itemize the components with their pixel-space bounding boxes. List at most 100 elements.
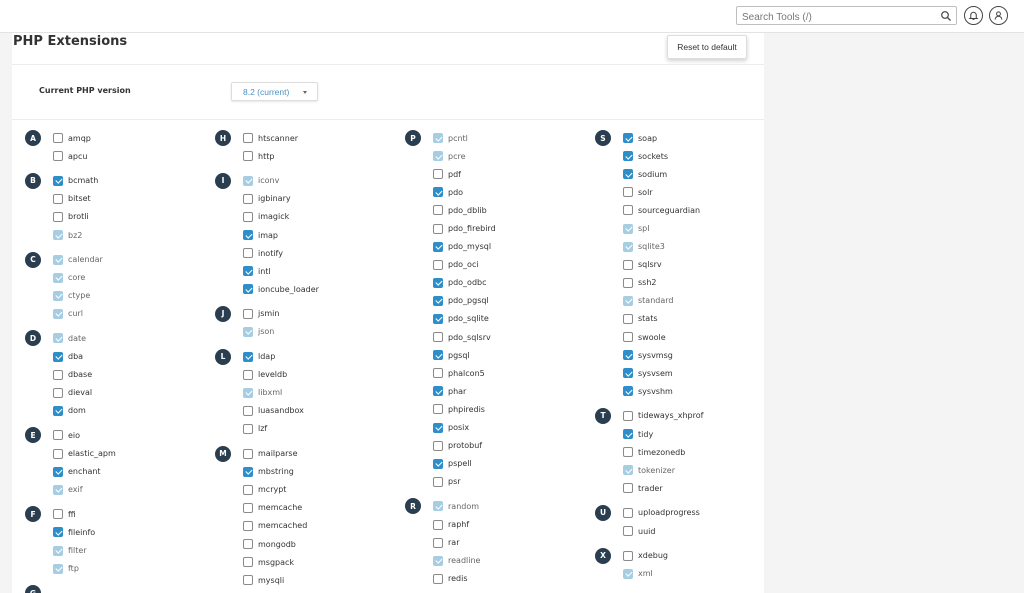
extension-item[interactable]: pdo_sqlite xyxy=(433,310,584,328)
extension-item[interactable]: sockets xyxy=(623,147,764,165)
extension-item[interactable]: timezonedb xyxy=(623,443,764,461)
extension-item[interactable]: jsmin xyxy=(243,305,394,323)
extension-item[interactable]: bz2 xyxy=(53,226,204,244)
search-input[interactable] xyxy=(737,9,927,26)
extension-item[interactable]: spl xyxy=(623,219,764,237)
extension-item[interactable]: phpiredis xyxy=(433,400,584,418)
extension-item[interactable]: sodium xyxy=(623,165,764,183)
extension-checkbox[interactable] xyxy=(243,248,253,259)
extension-item[interactable]: tokenizer xyxy=(623,461,764,479)
extension-checkbox[interactable] xyxy=(623,241,633,252)
extension-checkbox[interactable] xyxy=(623,259,633,270)
extension-checkbox[interactable] xyxy=(433,404,443,415)
extension-item[interactable]: curl xyxy=(53,305,204,323)
extension-checkbox[interactable] xyxy=(243,284,253,295)
extension-checkbox[interactable] xyxy=(433,537,443,548)
extension-checkbox[interactable] xyxy=(243,326,253,337)
extension-item[interactable]: dba xyxy=(53,348,204,366)
extension-checkbox[interactable] xyxy=(623,550,633,561)
extension-checkbox[interactable] xyxy=(433,368,443,379)
extension-item[interactable]: pspell xyxy=(433,455,584,473)
extension-item[interactable]: raphf xyxy=(433,515,584,533)
extension-checkbox[interactable] xyxy=(623,526,633,537)
extension-checkbox[interactable] xyxy=(433,295,443,306)
extension-item[interactable]: protobuf xyxy=(433,437,584,455)
extension-checkbox[interactable] xyxy=(53,484,63,495)
extension-item[interactable]: msgpack xyxy=(243,553,394,571)
extension-checkbox[interactable] xyxy=(433,386,443,397)
extension-item[interactable]: phalcon5 xyxy=(433,364,584,382)
extension-item[interactable]: iconv xyxy=(243,172,394,190)
extension-checkbox[interactable] xyxy=(623,483,633,494)
extension-checkbox[interactable] xyxy=(623,568,633,579)
extension-item[interactable]: pdo_odbc xyxy=(433,274,584,292)
extension-item[interactable]: readline xyxy=(433,552,584,570)
extension-item[interactable]: mongodb xyxy=(243,535,394,553)
user-menu-button[interactable] xyxy=(989,6,1008,25)
extension-item[interactable]: random xyxy=(433,497,584,515)
extension-checkbox[interactable] xyxy=(53,133,63,144)
extension-item[interactable]: eio xyxy=(53,426,204,444)
extension-checkbox[interactable] xyxy=(243,211,253,222)
extension-checkbox[interactable] xyxy=(433,223,443,234)
extension-item[interactable]: amqp xyxy=(53,129,204,147)
extension-item[interactable]: leveldb xyxy=(243,366,394,384)
extension-item[interactable]: enchant xyxy=(53,463,204,481)
extension-item[interactable]: uploadprogress xyxy=(623,504,764,522)
extension-checkbox[interactable] xyxy=(243,405,253,416)
reset-to-default-button[interactable]: Reset to default xyxy=(667,35,747,59)
extension-checkbox[interactable] xyxy=(623,350,633,361)
extension-item[interactable]: lzf xyxy=(243,420,394,438)
extension-checkbox[interactable] xyxy=(243,308,253,319)
extension-item[interactable]: pdo_firebird xyxy=(433,219,584,237)
extension-item[interactable]: pdf xyxy=(433,165,584,183)
extension-checkbox[interactable] xyxy=(53,193,63,204)
extension-checkbox[interactable] xyxy=(53,405,63,416)
extension-item[interactable]: psr xyxy=(433,473,584,491)
extension-checkbox[interactable] xyxy=(53,545,63,556)
extension-item[interactable]: dbase xyxy=(53,366,204,384)
extension-item[interactable]: ftp xyxy=(53,560,204,578)
extension-item[interactable]: xml xyxy=(623,565,764,583)
extension-item[interactable]: mysqli xyxy=(243,571,394,589)
extension-item[interactable]: soap xyxy=(623,129,764,147)
extension-item[interactable]: sourceguardian xyxy=(623,201,764,219)
extension-checkbox[interactable] xyxy=(623,205,633,216)
extension-checkbox[interactable] xyxy=(243,557,253,568)
extension-item[interactable]: memcache xyxy=(243,499,394,517)
extension-checkbox[interactable] xyxy=(53,290,63,301)
extension-checkbox[interactable] xyxy=(243,575,253,586)
extension-checkbox[interactable] xyxy=(53,254,63,265)
search-box[interactable] xyxy=(736,6,957,26)
extension-item[interactable]: luasandbox xyxy=(243,402,394,420)
extension-item[interactable]: bitset xyxy=(53,190,204,208)
extension-checkbox[interactable] xyxy=(433,169,443,180)
extension-checkbox[interactable] xyxy=(243,448,253,459)
extension-checkbox[interactable] xyxy=(243,230,253,241)
extension-item[interactable]: fileinfo xyxy=(53,523,204,541)
extension-checkbox[interactable] xyxy=(623,133,633,144)
extension-checkbox[interactable] xyxy=(623,277,633,288)
extension-item[interactable]: uuid xyxy=(623,522,764,540)
extension-item[interactable]: htscanner xyxy=(243,129,394,147)
extension-item[interactable]: posix xyxy=(433,419,584,437)
extension-item[interactable]: dieval xyxy=(53,384,204,402)
extension-checkbox[interactable] xyxy=(243,484,253,495)
extension-checkbox[interactable] xyxy=(53,466,63,477)
extension-checkbox[interactable] xyxy=(53,351,63,362)
extension-item[interactable]: sqlite3 xyxy=(623,238,764,256)
extension-checkbox[interactable] xyxy=(623,295,633,306)
extension-checkbox[interactable] xyxy=(243,423,253,434)
extension-item[interactable]: solr xyxy=(623,183,764,201)
extension-checkbox[interactable] xyxy=(623,429,633,440)
extension-checkbox[interactable] xyxy=(623,332,633,343)
extension-checkbox[interactable] xyxy=(433,555,443,566)
extension-checkbox[interactable] xyxy=(623,313,633,324)
extension-checkbox[interactable] xyxy=(243,193,253,204)
extension-item[interactable]: phar xyxy=(433,382,584,400)
extension-item[interactable]: mbstring xyxy=(243,463,394,481)
extension-item[interactable]: swoole xyxy=(623,328,764,346)
extension-item[interactable]: pdo_pgsql xyxy=(433,292,584,310)
extension-checkbox[interactable] xyxy=(243,502,253,513)
extension-checkbox[interactable] xyxy=(243,266,253,277)
